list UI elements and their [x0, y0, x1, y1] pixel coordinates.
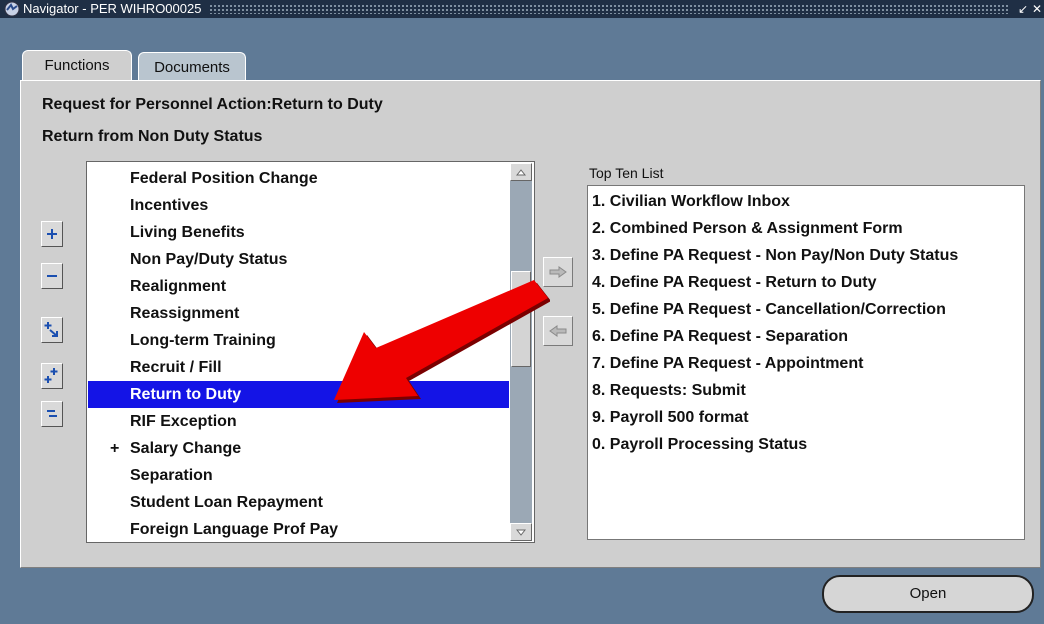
top-ten-item[interactable]: 8. Requests: Submit [592, 382, 746, 400]
top-ten-item[interactable]: 1. Civilian Workflow Inbox [592, 193, 790, 211]
arrow-right-icon [549, 266, 567, 278]
request-heading: Request for Personnel Action:Return to D… [42, 96, 383, 113]
tab-documents[interactable]: Documents [138, 52, 246, 80]
collapse-all-button[interactable] [41, 401, 63, 427]
remove-from-top-ten-button[interactable] [543, 316, 573, 346]
list-item[interactable]: RIF Exception [88, 408, 509, 435]
functions-list-scrollbar[interactable] [510, 163, 532, 541]
expand-icon [47, 229, 57, 239]
arrow-left-icon [549, 325, 567, 337]
list-item[interactable]: Incentives [88, 192, 509, 219]
minimize-icon[interactable]: ↙ [1016, 0, 1030, 18]
list-item[interactable]: Reassignment [88, 300, 509, 327]
collapse-button[interactable] [41, 263, 63, 289]
scroll-up-button[interactable] [510, 163, 532, 181]
list-item[interactable]: Living Benefits [88, 219, 509, 246]
top-ten-label: Top Ten List [589, 165, 664, 181]
list-item[interactable]: Separation [88, 462, 509, 489]
list-item-selected[interactable]: Return to Duty [88, 381, 509, 408]
request-subheading: Return from Non Duty Status [42, 128, 263, 145]
top-ten-list[interactable]: 1. Civilian Workflow Inbox 2. Combined P… [587, 185, 1025, 540]
triangle-up-icon [516, 168, 526, 175]
list-item[interactable]: Federal Position Change [88, 165, 509, 192]
top-ten-item[interactable]: 0. Payroll Processing Status [592, 436, 807, 454]
functions-list[interactable]: Federal Position Change Incentives Livin… [86, 161, 535, 543]
expand-branch-icon [44, 322, 58, 337]
top-ten-item[interactable]: 5. Define PA Request - Cancellation/Corr… [592, 301, 946, 319]
expander-plus[interactable]: + [110, 435, 119, 462]
titlebar-pattern [209, 4, 1010, 14]
tab-functions[interactable]: Functions [22, 50, 132, 83]
top-ten-item[interactable]: 9. Payroll 500 format [592, 409, 749, 427]
list-item[interactable]: Realignment [88, 273, 509, 300]
add-to-top-ten-button[interactable] [543, 257, 573, 287]
top-ten-item[interactable]: 6. Define PA Request - Separation [592, 328, 848, 346]
expand-button[interactable] [41, 221, 63, 247]
functions-panel: Request for Personnel Action:Return to D… [20, 80, 1041, 568]
expand-branch-button[interactable] [41, 317, 63, 343]
top-ten-item[interactable]: 2. Combined Person & Assignment Form [592, 220, 903, 238]
expand-all-button[interactable] [41, 363, 63, 389]
top-ten-item[interactable]: 3. Define PA Request - Non Pay/Non Duty … [592, 247, 958, 265]
close-icon[interactable]: ✕ [1030, 0, 1044, 18]
window-title: Navigator - PER WIHRO00025 [23, 1, 202, 16]
triangle-down-icon [516, 529, 526, 536]
list-item[interactable]: Student Loan Repayment [88, 489, 509, 516]
list-item[interactable]: + Salary Change [88, 435, 509, 462]
navigator-app-icon [4, 1, 20, 17]
open-button[interactable]: Open [822, 575, 1034, 613]
list-item[interactable]: Non Pay/Duty Status [88, 246, 509, 273]
open-button-label: Open [909, 585, 947, 602]
list-item[interactable]: Recruit / Fill [88, 354, 509, 381]
top-ten-item[interactable]: 4. Define PA Request - Return to Duty [592, 274, 876, 292]
collapse-icon [47, 275, 57, 277]
top-ten-item[interactable]: 7. Define PA Request - Appointment [592, 355, 863, 373]
window-titlebar: Navigator - PER WIHRO00025 ↙ ✕ [0, 0, 1044, 18]
expand-all-icon [44, 368, 58, 383]
collapse-all-icon [47, 410, 57, 417]
scroll-down-button[interactable] [510, 523, 532, 541]
list-item[interactable]: Foreign Language Prof Pay [88, 516, 509, 542]
list-item[interactable]: Long-term Training [88, 327, 509, 354]
scroll-thumb[interactable] [511, 271, 531, 367]
